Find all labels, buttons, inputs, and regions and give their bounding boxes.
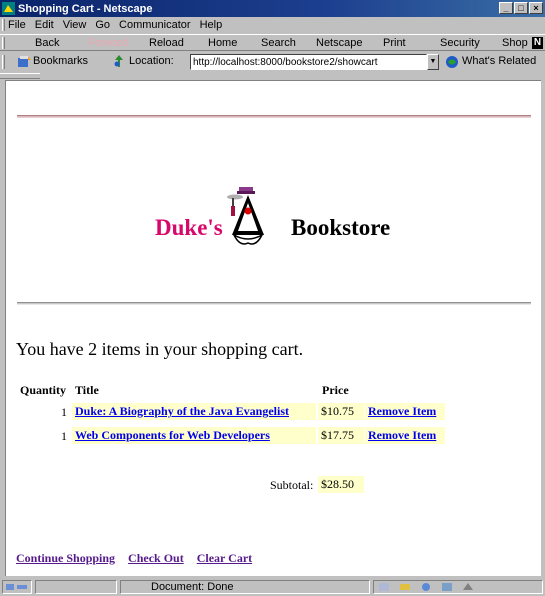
component-bar (373, 580, 543, 594)
netscape-logo[interactable]: N (532, 37, 543, 49)
netscape-window: Shopping Cart - Netscape _ □ × File Edit… (0, 0, 545, 596)
progress-bar (35, 580, 117, 594)
menu-communicator[interactable]: Communicator (119, 19, 191, 31)
navigator-icon[interactable] (378, 582, 390, 592)
security-lock-icon[interactable] (2, 580, 32, 594)
item-1-price: $10.75 (318, 403, 364, 420)
brand-dukes: Duke's (155, 215, 223, 240)
header-quantity: Quantity (20, 383, 67, 397)
item-1-quantity: 1 (61, 405, 67, 419)
title-bar: Shopping Cart - Netscape _ □ × (0, 0, 545, 17)
menu-view[interactable]: View (63, 19, 87, 31)
location-label: Location: (129, 55, 174, 67)
security-button[interactable]: Security (440, 37, 480, 49)
bookmarks-icon[interactable] (16, 55, 32, 69)
header-title: Title (75, 383, 99, 397)
item-2-price: $17.75 (318, 427, 364, 444)
bookmarks-label[interactable]: Bookmarks (33, 55, 88, 67)
menu-edit[interactable]: Edit (35, 19, 54, 31)
window-title: Shopping Cart - Netscape (18, 2, 153, 15)
menu-bar: File Edit View Go Communicator Help (0, 17, 545, 33)
url-input[interactable]: http://localhost:8000/bookstore2/showcar… (190, 54, 427, 70)
shop-button[interactable]: Shop (502, 37, 528, 49)
clear-cart-link[interactable]: Clear Cart (197, 551, 252, 566)
brand-bookstore: Bookstore (291, 215, 391, 240)
header-price: Price (322, 383, 349, 397)
menu-help[interactable]: Help (200, 19, 223, 31)
mail-icon[interactable] (399, 582, 411, 592)
item-1-title-cell: Duke: A Biography of the Java Evangelist (72, 403, 316, 420)
location-toolbar: Bookmarks Location: http://localhost:800… (0, 52, 545, 72)
item-2-title-cell: Web Components for Web Developers (72, 427, 316, 444)
minimize-button[interactable]: _ (499, 2, 513, 14)
menu-file[interactable]: File (8, 19, 26, 31)
toolbar-grip[interactable] (2, 36, 5, 49)
toolbar-collapse-tab[interactable] (0, 73, 40, 79)
home-button[interactable]: Home (208, 37, 237, 49)
location-grip[interactable] (2, 55, 5, 69)
close-button[interactable]: × (529, 2, 543, 14)
check-out-link[interactable]: Check Out (128, 551, 184, 566)
page-content: Duke's Bookstore You have 2 items in you… (5, 80, 541, 576)
item-1-title-link[interactable]: Duke: A Biography of the Java Evangelist (75, 404, 289, 418)
banner-divider (17, 302, 531, 305)
status-bar: Document: Done (0, 578, 545, 596)
continue-shopping-link[interactable]: Continue Shopping (16, 551, 115, 566)
item-1-remove-cell: Remove Item (365, 403, 445, 420)
maximize-button[interactable]: □ (514, 2, 528, 14)
url-dropdown-icon[interactable]: ▼ (427, 54, 439, 70)
window-right-edge (541, 80, 545, 576)
discussion-icon[interactable] (420, 582, 432, 592)
composer-icon[interactable] (441, 582, 453, 592)
menu-go[interactable]: Go (95, 19, 110, 31)
cart-summary-message: You have 2 items in your shopping cart. (16, 339, 304, 359)
location-icon[interactable] (113, 54, 125, 68)
subtotal-label: Subtotal: (270, 478, 314, 492)
search-button[interactable]: Search (261, 37, 296, 49)
whats-related-icon[interactable] (444, 54, 460, 70)
subtotal-value: $28.50 (318, 476, 364, 493)
print-button[interactable]: Print (383, 37, 406, 49)
top-divider (17, 115, 531, 118)
status-text: Document: Done (120, 580, 370, 594)
reload-button[interactable]: Reload (149, 37, 184, 49)
item-2-remove-cell: Remove Item (365, 427, 445, 444)
whats-related-label[interactable]: What's Related (462, 55, 536, 67)
navigation-toolbar: Back Forward Reload Home Search Netscape… (0, 34, 545, 51)
netscape-button[interactable]: Netscape (316, 37, 362, 49)
back-button[interactable]: Back (35, 37, 59, 49)
forward-button[interactable]: Forward (88, 37, 128, 49)
addressbook-icon[interactable] (462, 582, 474, 592)
netscape-app-icon (2, 2, 15, 15)
cart-actions: Continue Shopping Check Out Clear Cart (16, 551, 252, 566)
item-2-quantity: 1 (61, 429, 67, 443)
item-2-remove-link[interactable]: Remove Item (368, 428, 436, 442)
item-2-title-link[interactable]: Web Components for Web Developers (75, 428, 270, 442)
item-1-remove-link[interactable]: Remove Item (368, 404, 436, 418)
menu-grip[interactable] (2, 19, 5, 31)
duke-mascot-logo (226, 185, 286, 251)
